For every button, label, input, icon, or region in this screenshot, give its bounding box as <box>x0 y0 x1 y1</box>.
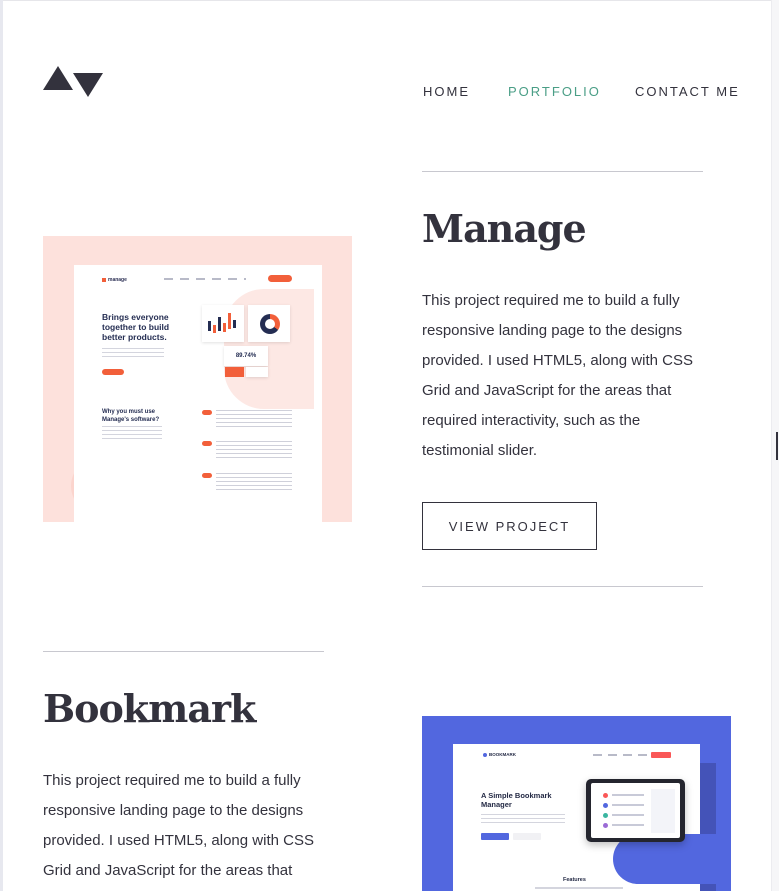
preview-features-heading: Features <box>563 877 586 883</box>
preview-login-button <box>651 752 671 758</box>
scrollbar-thumb[interactable] <box>776 432 778 460</box>
project-title: Bookmark <box>43 686 256 731</box>
preview-body-text <box>102 426 162 442</box>
preview-chrome-button <box>481 833 509 840</box>
project-title: Manage <box>422 206 587 251</box>
bookmark-page-preview: BOOKMARK A Simple Bookmark Manager Featu… <box>453 744 723 891</box>
preview-body-text <box>535 887 623 889</box>
preview-mini-card <box>246 367 268 377</box>
preview-donut-card <box>248 305 290 342</box>
bookmark-project-thumbnail: BOOKMARK A Simple Bookmark Manager Featu… <box>422 716 731 891</box>
preview-nav-links <box>593 754 648 756</box>
window-top-border <box>0 0 779 1</box>
preview-body-text <box>102 348 164 360</box>
preview-body-text <box>481 814 565 826</box>
preview-stat-card: 89.74% <box>224 346 268 366</box>
bookmark-logo: BOOKMARK <box>483 752 516 757</box>
preview-headline: Brings everyone together to build better… <box>102 312 170 342</box>
preview-cta-button <box>268 275 292 282</box>
window-left-border <box>0 0 3 891</box>
project-description: This project required me to build a full… <box>43 772 314 879</box>
preview-feature-text <box>216 473 292 491</box>
nav-contact-me[interactable]: CONTACT ME <box>635 84 740 99</box>
preview-feature-badge <box>202 473 212 478</box>
preview-feature-badge <box>202 410 212 415</box>
preview-feature-text <box>216 410 292 428</box>
preview-mini-card <box>225 367 244 377</box>
view-project-button[interactable]: VIEW PROJECT <box>422 502 597 550</box>
preview-feature-text <box>216 441 292 459</box>
main-nav: HOME PORTFOLIO CONTACT ME <box>0 84 779 100</box>
manage-project-thumbnail: manage Brings everyone together to build… <box>43 236 352 522</box>
section-divider <box>422 171 703 172</box>
preview-subheadline: Why you must use Manage's software? <box>102 409 160 423</box>
preview-bar-chart-card <box>202 305 244 342</box>
preview-get-started-button <box>102 369 124 375</box>
nav-home[interactable]: HOME <box>423 84 470 99</box>
preview-headline: A Simple Bookmark Manager <box>481 791 552 809</box>
preview-tablet-image <box>586 779 685 842</box>
manage-page-preview: manage Brings everyone together to build… <box>74 265 322 522</box>
preview-feature-badge <box>202 441 212 446</box>
section-divider <box>43 651 324 652</box>
preview-firefox-button <box>513 833 541 840</box>
preview-nav-links <box>164 278 246 280</box>
nav-portfolio[interactable]: PORTFOLIO <box>508 84 601 99</box>
donut-chart-icon <box>260 314 280 334</box>
project-description: This project required me to build a full… <box>422 292 693 459</box>
manage-logo: manage <box>102 277 127 283</box>
section-divider <box>422 586 703 587</box>
